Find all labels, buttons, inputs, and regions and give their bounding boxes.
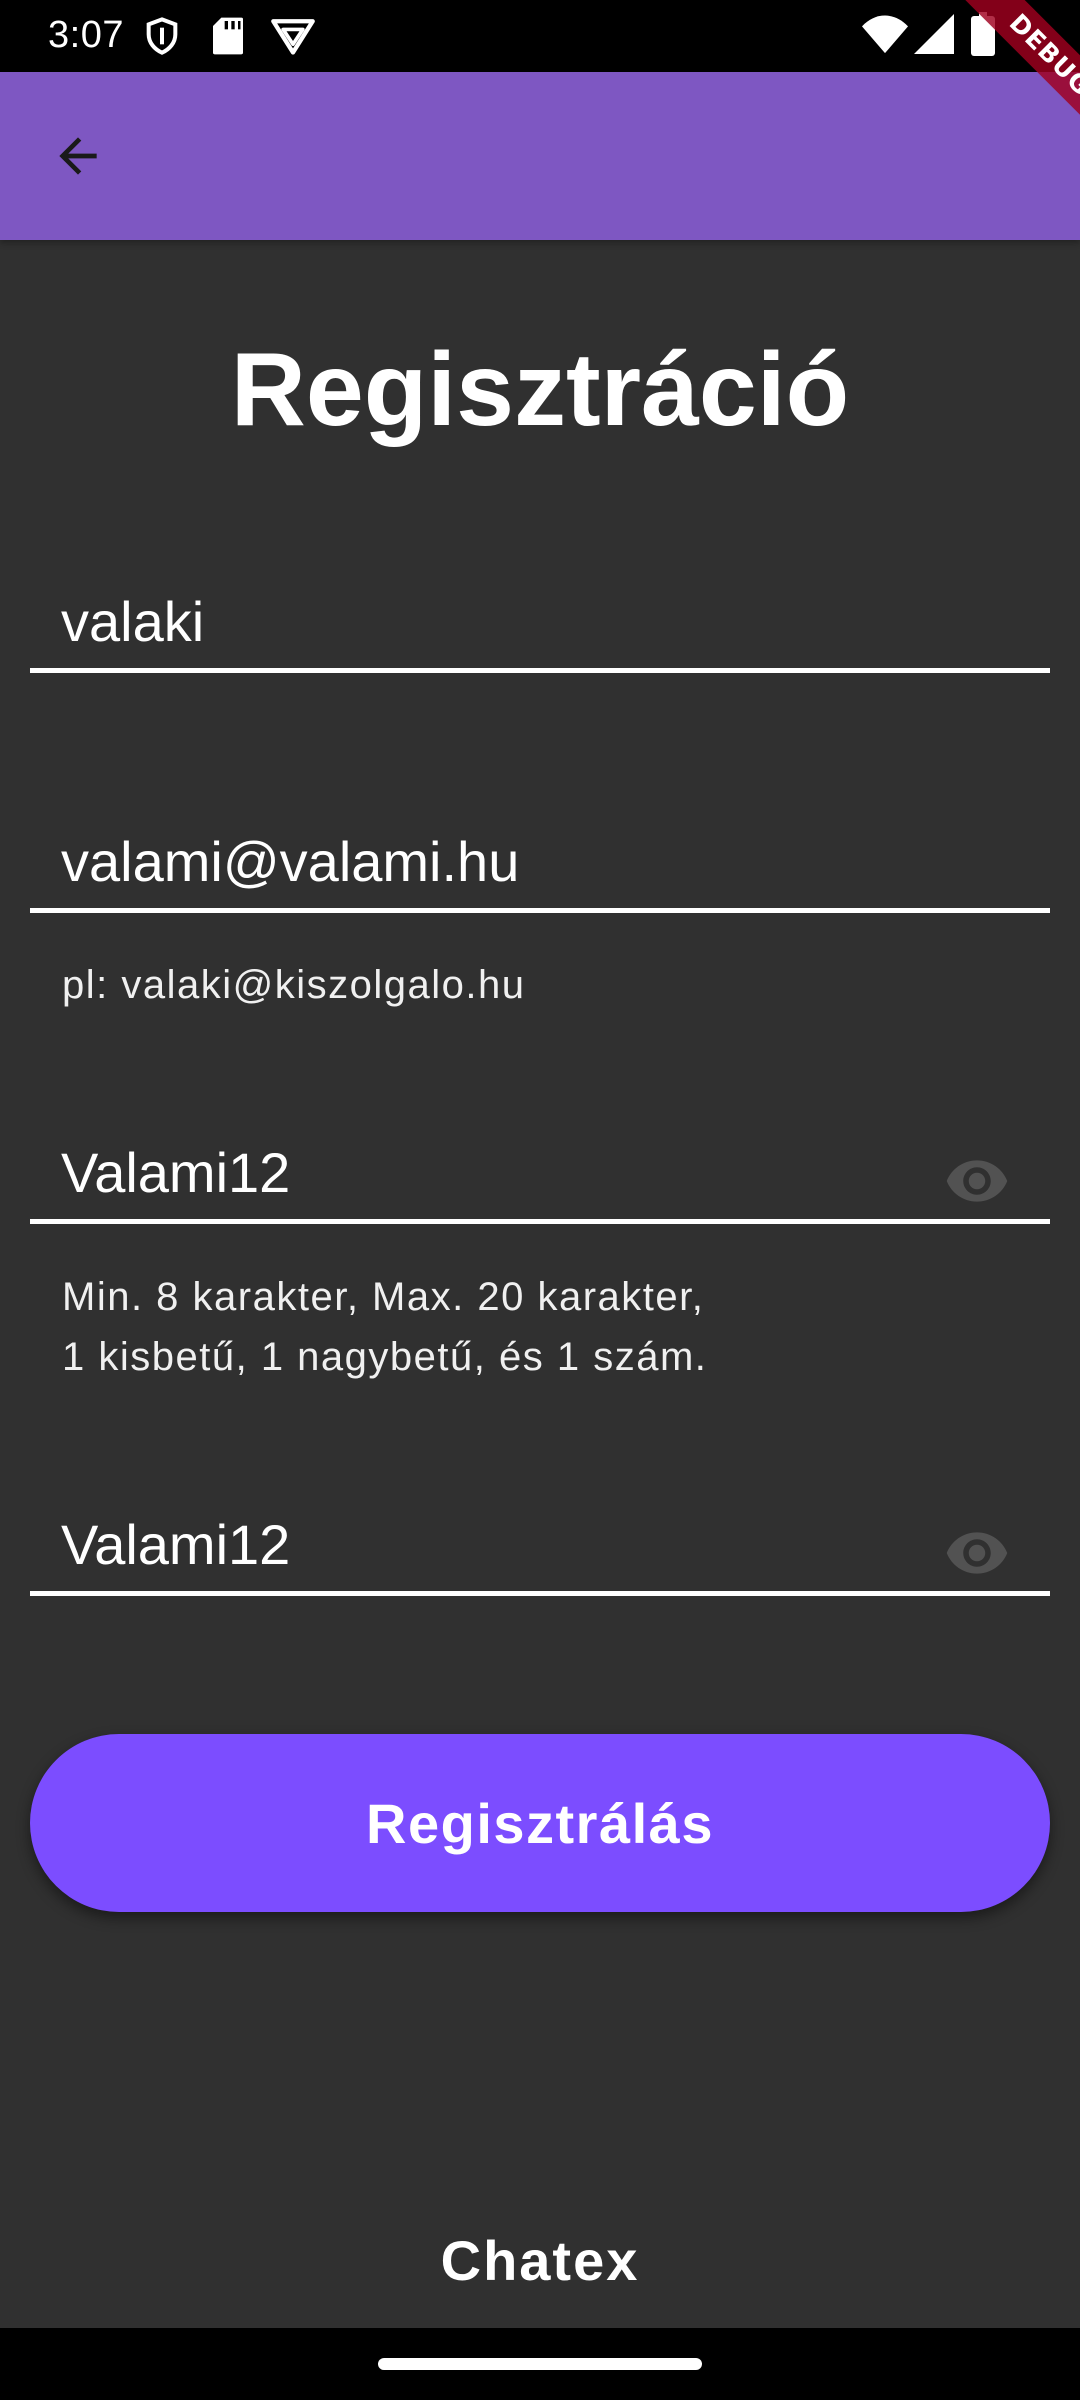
page-title: Regisztráció [230,332,850,448]
home-indicator[interactable] [378,2358,702,2370]
email-helper-text: pl: valaki@kiszolgalo.hu [62,963,526,1007]
email-field [30,823,1050,913]
footer-brand: Chatex [440,2229,640,2292]
battery-icon [971,12,995,56]
password-input[interactable] [30,1134,1050,1224]
password-field [30,1134,1050,1224]
email-input[interactable] [30,823,1050,913]
signal-icon [914,14,954,54]
arrow-back-icon [59,137,97,175]
wifi-icon [862,15,908,54]
back-button[interactable] [34,112,122,200]
username-field [30,583,1050,673]
password-helper-line-1: Min. 8 karakter, Max. 20 karakter, [62,1275,705,1319]
proton-vpn-icon [271,19,315,55]
username-input[interactable] [30,583,1050,673]
status-bar: 3:07 [0,0,1080,72]
password-helper-line-2: 1 kisbetű, 1 nagybetű, és 1 szám. [62,1335,708,1379]
status-time: 3:07 [48,14,124,56]
sd-card-icon [213,17,243,55]
vpn-shield-icon [146,17,178,55]
eye-icon[interactable] [944,1148,1010,1214]
register-button[interactable]: Regisztrálás [30,1734,1050,1912]
password-confirm-input[interactable] [30,1506,1050,1596]
password-confirm-field [30,1506,1050,1596]
app-bar [0,72,1080,240]
eye-icon[interactable] [944,1520,1010,1586]
navigation-bar [0,2328,1080,2400]
